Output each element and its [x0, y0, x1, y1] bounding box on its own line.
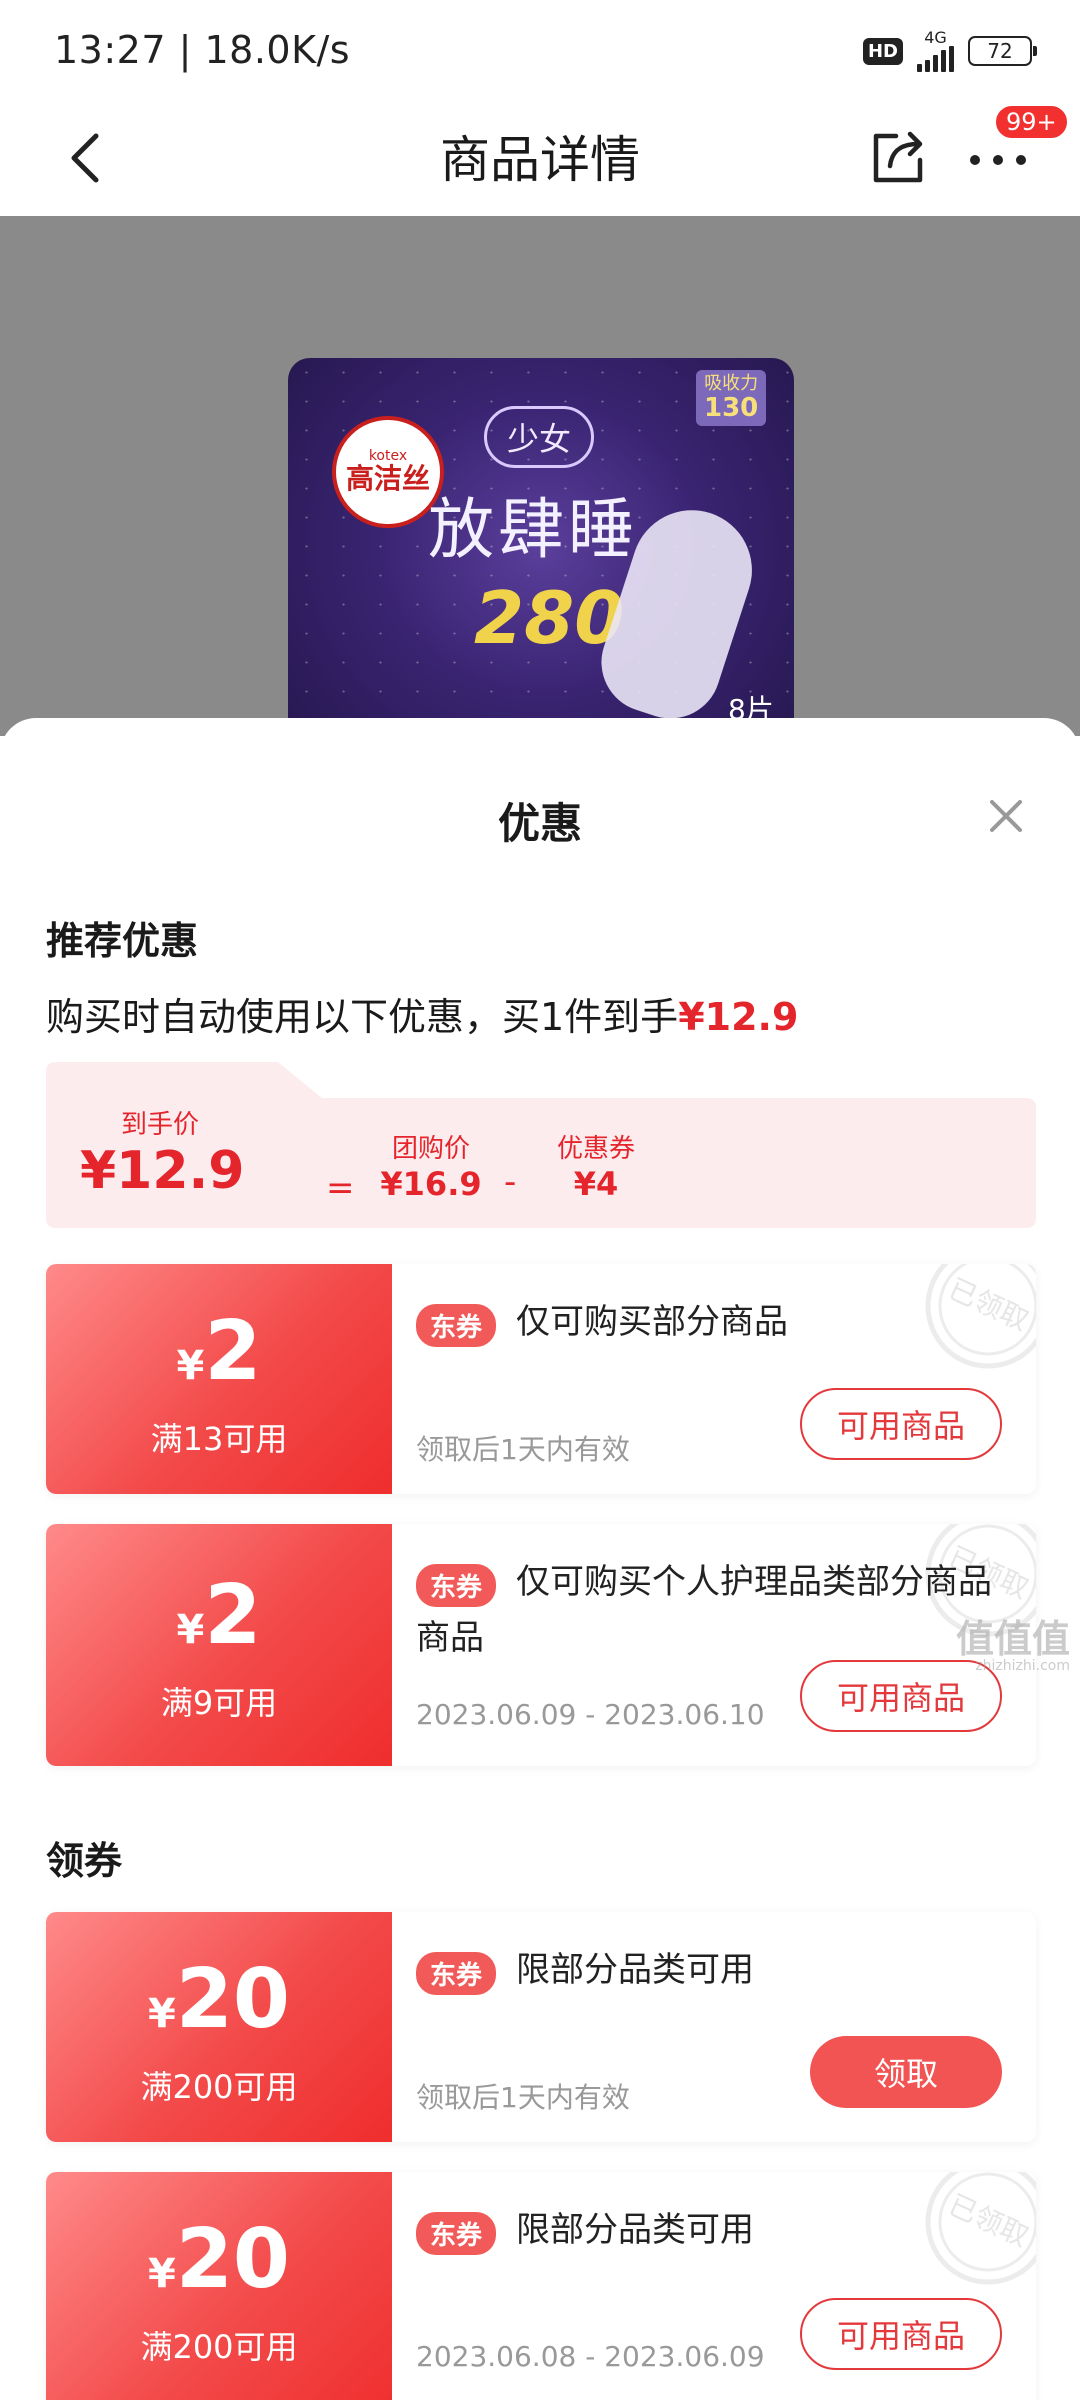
- status-icons: HD 4G 72: [862, 30, 1037, 72]
- coupon-description: 限部分品类可用: [516, 2210, 754, 2250]
- claimed-stamp-icon: 已领取: [925, 2172, 1036, 2285]
- svg-text:已领取: 已领取: [944, 2188, 1034, 2253]
- signal-icon: 4G: [917, 30, 954, 72]
- status-bar: 13:27 | 18.0K/s HD 4G 72: [0, 0, 1080, 100]
- svg-text:已领取: 已领取: [944, 1272, 1034, 1337]
- jd-coupon-tag: 东券: [416, 1564, 497, 1607]
- sheet-title: 优惠: [497, 799, 582, 848]
- claim-button[interactable]: 领取: [810, 2036, 1002, 2108]
- message-count-badge: 99+: [994, 104, 1069, 140]
- product-length: 280: [474, 576, 625, 660]
- equals-sign: =: [326, 1168, 355, 1208]
- coupon-validity: 领取后1天内有效: [416, 2081, 630, 2114]
- group-price: ¥16.9: [380, 1165, 482, 1203]
- top-nav: 商品详情: [0, 100, 1080, 216]
- coupon-card: ¥2 满9可用 已领取 东券 仅可购买个人护理品类部分商品 商品 2023.06…: [46, 1524, 1036, 1766]
- product-image-area: 吸收力 130 kotex 高洁丝 少女 放肆睡 280 8片: [0, 216, 1080, 736]
- coupon-validity: 领取后1天内有效: [416, 1433, 630, 1466]
- available-products-button[interactable]: 可用商品: [800, 2298, 1002, 2370]
- available-products-button[interactable]: 可用商品: [800, 1388, 1002, 1460]
- price-summary: 到手价 ¥12.9 = 团购价 ¥16.9 - 优惠券 ¥4: [46, 1062, 1036, 1228]
- battery-icon: 72: [968, 36, 1037, 66]
- group-price-label: 团购价: [391, 1134, 470, 1164]
- coupon-value-panel: ¥20 满200可用: [46, 1912, 392, 2142]
- coupon-amount: ¥2: [176, 1568, 262, 1663]
- coupon-description: 限部分品类可用: [516, 1950, 754, 1990]
- coupon-validity: 2023.06.09 - 2023.06.10: [416, 1698, 765, 1731]
- battery-level: 72: [987, 39, 1013, 63]
- coupon-price-label: 优惠券: [556, 1134, 635, 1164]
- jd-coupon-tag: 东券: [416, 1304, 497, 1347]
- product-name: 放肆睡: [428, 491, 638, 568]
- claimed-stamp-icon: 已领取: [925, 1264, 1036, 1369]
- coupon-condition: 满200可用: [140, 2068, 298, 2106]
- coupon-description-line2: 商品: [416, 1618, 484, 1658]
- final-price: ¥12.9: [80, 1141, 245, 1201]
- close-icon[interactable]: [984, 794, 1028, 838]
- coupon-condition: 满13可用: [150, 1420, 288, 1458]
- coupon-card: ¥2 满13可用 已领取 东券 仅可购买部分商品 领取后1天内有效 可用商品: [46, 1264, 1036, 1494]
- group-price-block: 团购价 ¥16.9: [376, 1128, 486, 1203]
- coupon-description: 仅可购买部分商品: [516, 1302, 788, 1342]
- coupon-value-panel: ¥2 满9可用: [46, 1524, 392, 1766]
- auto-price: ¥12.9: [678, 995, 799, 1039]
- minus-sign: -: [504, 1162, 517, 1202]
- auto-apply-text: 购买时自动使用以下优惠，买1件到手¥12.9: [46, 995, 799, 1039]
- recommended-title: 推荐优惠: [46, 919, 199, 963]
- coupon-amount: ¥20: [148, 2212, 290, 2307]
- final-price-label: 到手价: [120, 1110, 199, 1140]
- coupon-price-block: 优惠券 ¥4: [546, 1128, 646, 1203]
- coupon-validity: 2023.06.08 - 2023.06.09: [416, 2340, 765, 2373]
- claimable-coupon-card: ¥20 满200可用 东券 限部分品类可用 领取后1天内有效 领取: [46, 1912, 1036, 2142]
- coupon-condition: 满9可用: [160, 1684, 278, 1722]
- coupon-value-panel: ¥2 满13可用: [46, 1264, 392, 1494]
- coupon-price: ¥4: [573, 1165, 619, 1203]
- share-icon[interactable]: [868, 122, 928, 188]
- coupon-value-panel: ¥20 满200可用: [46, 2172, 392, 2400]
- product-image: 吸收力 130 kotex 高洁丝 少女 放肆睡 280 8片: [288, 358, 794, 736]
- coupon-description: 仅可购买个人护理品类部分商品: [516, 1562, 992, 1602]
- status-time: 13:27 | 18.0K/s: [54, 28, 351, 72]
- claimable-coupon-card: ¥20 满200可用 已领取 东券 限部分品类可用 2023.06.08 - 2…: [46, 2172, 1036, 2400]
- absorb-tag: 吸收力 130: [696, 370, 767, 427]
- coupon-amount: ¥2: [176, 1304, 262, 1399]
- jd-coupon-tag: 东券: [416, 2212, 497, 2255]
- claim-coupons-title: 领券: [46, 1839, 123, 1883]
- hd-icon: HD: [862, 37, 903, 65]
- network-type: 4G: [924, 28, 947, 47]
- jd-coupon-tag: 东券: [416, 1952, 497, 1995]
- site-watermark: 值值值 zhizhizhi.com: [955, 1617, 1070, 1674]
- coupon-condition: 满200可用: [140, 2328, 298, 2366]
- discount-sheet: 优惠 推荐优惠 购买时自动使用以下优惠，买1件到手¥12.9 到手价 ¥12.9…: [0, 718, 1080, 2400]
- final-price-block: 到手价 ¥12.9: [80, 1104, 245, 1201]
- coupon-amount: ¥20: [148, 1952, 290, 2047]
- product-series: 少女: [484, 406, 594, 468]
